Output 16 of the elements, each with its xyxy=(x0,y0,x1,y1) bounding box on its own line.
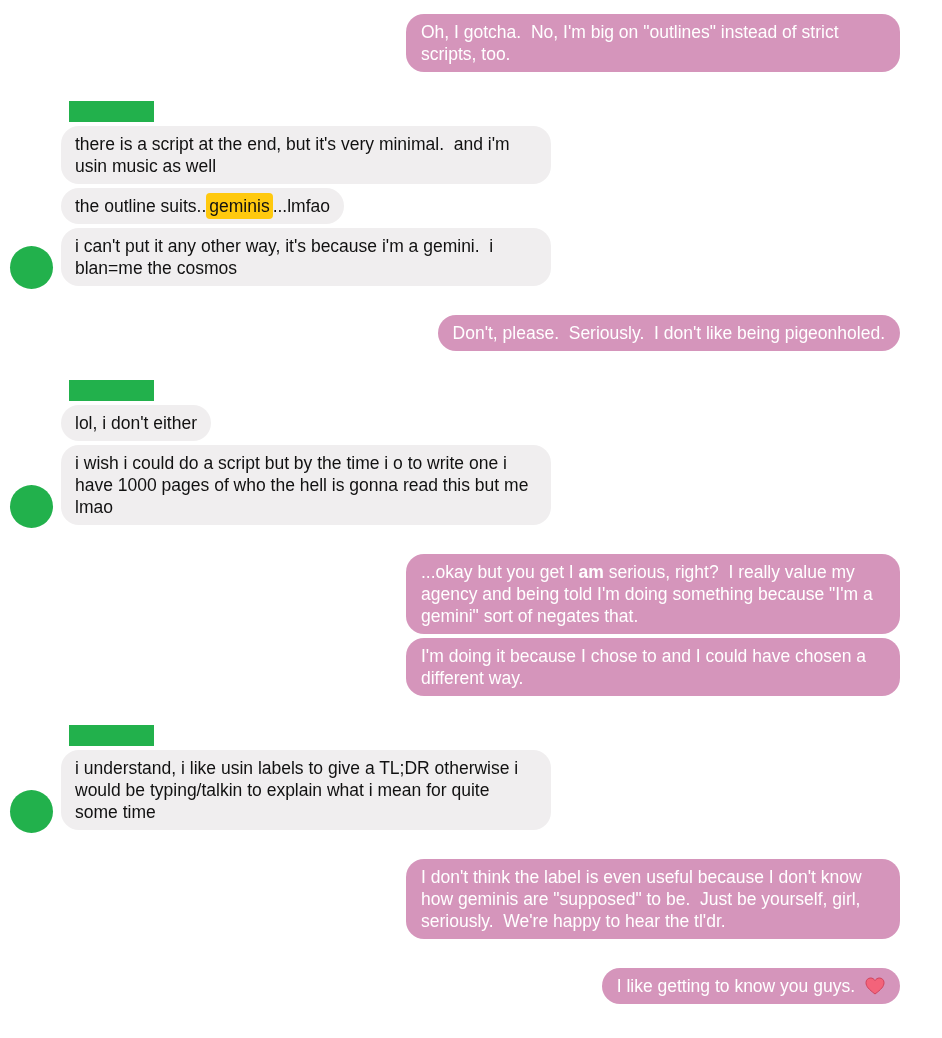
avatar xyxy=(10,790,53,833)
message-text: the outline suits.. geminis ...lmfao xyxy=(75,195,331,217)
avatar xyxy=(10,485,53,528)
message-text: i wish i could do a script but by the time i o to write one i have 1000 pages of who the hell is gonna read this but me lmao xyxy=(75,452,530,518)
message-text: there is a script at the end, but it's very minimal. and i'm usin music as well xyxy=(75,133,511,177)
heart-icon xyxy=(865,977,885,995)
message-text: i understand, i like usin labels to give a TL;DR otherwise i would be typing/talkin to explain what i mean for quite some time xyxy=(75,757,520,823)
message-text: Don't, please. Seriously. I don't like being pigeonholed. xyxy=(452,322,885,344)
message-text: Oh, I gotcha. No, I'm big on "outlines" instead of strict scripts, too. xyxy=(421,21,840,65)
message-text: I like getting to know you guys. xyxy=(616,975,855,997)
message-text: i can't put it any other way, it's because i'm a gemini. i blan=me the cosmos xyxy=(75,235,495,279)
message-text: I'm doing it because I chose to and I could have chosen a different way. xyxy=(421,645,868,689)
avatar xyxy=(10,246,53,289)
message-text: ...okay but you get I am serious, right? I really value my agency and being told I'm doing something because "I'm a gemini" sort of negates that. xyxy=(421,561,874,627)
message-text: I don't think the label is even useful because I don't know how geminis are "supposed" to be. Just be yourself, girl, seriously. We're happy to hear the tl'dr. xyxy=(421,866,863,932)
message-text: lol, i don't either xyxy=(75,412,198,434)
